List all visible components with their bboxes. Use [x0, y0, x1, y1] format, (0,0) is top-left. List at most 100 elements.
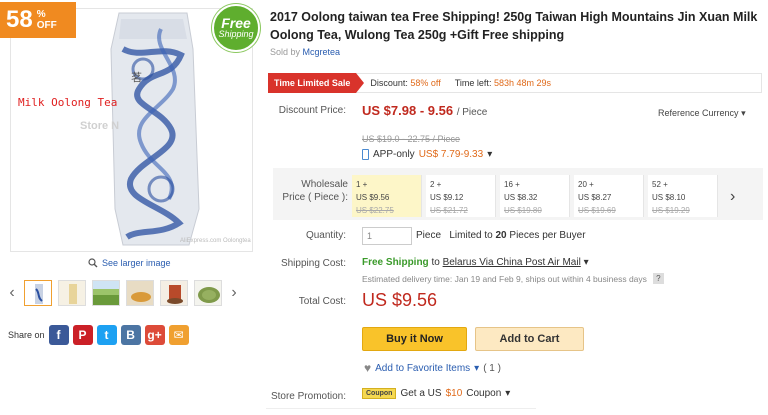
- tier-qty: 52 +: [652, 180, 668, 189]
- chevron-down-icon: ▾: [487, 149, 493, 160]
- thumbnail-2[interactable]: [58, 280, 86, 306]
- magnifier-icon: [88, 258, 98, 268]
- googleplus-icon[interactable]: g+: [144, 325, 165, 345]
- buy-it-now-button[interactable]: Buy it Now: [362, 327, 467, 351]
- tier-qty: 1 +: [356, 180, 368, 189]
- discount-badge: 58 % OFF: [0, 2, 76, 38]
- coupon-text-post: Coupon: [466, 388, 502, 399]
- facebook-icon[interactable]: f: [48, 325, 69, 345]
- free-shipping-badge: Free Shipping: [212, 4, 260, 52]
- add-to-cart-button[interactable]: Add to Cart: [475, 327, 584, 351]
- tier-qty: 2 +: [430, 180, 442, 189]
- tier-old-price: US $19.29: [652, 206, 690, 215]
- seller-link[interactable]: Mcgretea: [303, 47, 341, 57]
- thumbnail-6[interactable]: [194, 280, 222, 306]
- app-only-value: US$ 7.79-9.33: [418, 149, 484, 160]
- store-promotion-coupon[interactable]: Coupon Get a US $10 Coupon ▾: [362, 388, 510, 399]
- tier-price: US $9.12: [430, 193, 464, 202]
- wholesale-tier-2[interactable]: 2 + US $9.12 US $21.72: [426, 175, 496, 217]
- thumbnail-1[interactable]: [24, 280, 52, 306]
- tier-old-price: US $19.80: [504, 206, 542, 215]
- email-icon[interactable]: ✉: [168, 325, 189, 345]
- sold-by-label: Sold by: [270, 47, 301, 57]
- share-label: Share on: [8, 330, 45, 340]
- phone-icon: [362, 149, 369, 160]
- tier-price: US $8.32: [504, 193, 538, 202]
- chevron-down-icon: ▾: [741, 108, 746, 118]
- tier-old-price: US $22.75: [356, 206, 394, 215]
- wholesale-tier-3[interactable]: 16 + US $8.32 US $19.80: [500, 175, 570, 217]
- app-only-label: APP-only: [373, 149, 415, 160]
- delivery-estimate-text: Estimated delivery time: Jan 19 and Feb …: [362, 273, 647, 284]
- heart-icon: ♥: [364, 361, 372, 375]
- thumbnail-6-image: [195, 281, 221, 305]
- chevron-down-icon: ▾: [474, 362, 480, 374]
- thumbnail-prev-button[interactable]: ‹: [6, 284, 18, 302]
- thumbnail-2-image: [59, 281, 85, 305]
- quantity-info: Piece Limited to 20 Pieces per Buyer: [416, 230, 586, 241]
- wholesale-tier-4[interactable]: 20 + US $8.27 US $19.69: [574, 175, 644, 217]
- tier-old-price: US $21.72: [430, 206, 468, 215]
- pinterest-icon[interactable]: P: [72, 325, 93, 345]
- main-product-image[interactable]: 茗: [10, 8, 253, 252]
- wholesale-label-line1: Wholesale: [301, 179, 348, 190]
- coupon-amount: $10: [445, 388, 463, 399]
- thumbnail-next-button[interactable]: ›: [228, 284, 240, 302]
- shipping-destination-link[interactable]: Belarus Via China Post Air Mail: [443, 257, 581, 268]
- store-promotion-label: Store Promotion:: [270, 391, 346, 402]
- quantity-unit: Piece: [416, 230, 442, 241]
- reference-currency-label: Reference Currency: [658, 108, 739, 118]
- tier-price: US $8.10: [652, 193, 686, 202]
- original-price: US $19.0 - 22.75 / Piece: [362, 134, 461, 144]
- app-only-price[interactable]: APP-only US$ 7.79-9.33 ▾: [362, 149, 492, 160]
- quantity-limit-pre: Limited to: [449, 230, 496, 241]
- help-icon[interactable]: ?: [652, 273, 664, 284]
- wholesale-price-label: Wholesale Price ( Piece ):: [276, 178, 348, 204]
- discount-percent-sign: %: [36, 9, 46, 20]
- sale-time-left-label: Time left:: [454, 78, 492, 88]
- quantity-limit-post: Pieces per Buyer: [506, 230, 586, 241]
- total-cost-label: Total Cost:: [298, 296, 346, 307]
- image-watermark-store: Store N: [80, 120, 120, 132]
- thumbnail-strip: ‹ ›: [6, 280, 256, 306]
- shipping-to: to: [431, 257, 440, 268]
- tea-bag-image: 茗: [11, 9, 252, 251]
- chevron-down-icon: ▾: [505, 388, 511, 399]
- reference-currency-dropdown[interactable]: Reference Currency ▾: [658, 108, 746, 119]
- delivery-estimate: Estimated delivery time: Jan 19 and Feb …: [362, 273, 664, 284]
- discount-price: US $7.98 - 9.56 / Piece: [362, 103, 487, 118]
- chevron-down-icon[interactable]: ▾: [584, 257, 589, 268]
- coupon-tag: Coupon: [362, 388, 397, 399]
- wholesale-tier-5[interactable]: 52 + US $8.10 US $19.29: [648, 175, 718, 217]
- thumbnail-3-image: [93, 281, 119, 305]
- coupon-text-pre: Get a US: [400, 388, 442, 399]
- image-label: Milk Oolong Tea: [18, 96, 118, 109]
- see-larger-image-link[interactable]: See larger image: [88, 258, 171, 268]
- shipping-cost-label: Shipping Cost:: [280, 258, 346, 269]
- share-bar: Share on f P t B g+ ✉: [8, 325, 189, 345]
- discount-off-text: OFF: [36, 20, 57, 31]
- sale-discount-label: Discount:: [370, 78, 408, 88]
- free-shipping-badge-line2: Shipping: [218, 29, 254, 40]
- twitter-icon[interactable]: t: [96, 325, 117, 345]
- thumbnail-1-image: [25, 281, 51, 305]
- thumbnail-3[interactable]: [92, 280, 120, 306]
- sale-time-left: Time left: 583h 48m 29s: [455, 78, 551, 88]
- discount-price-label: Discount Price:: [278, 105, 346, 116]
- shipping-line: Free Shipping to Belarus Via China Post …: [362, 257, 589, 268]
- quantity-label: Quantity:: [305, 230, 346, 241]
- add-to-favorites[interactable]: ♥ Add to Favorite Items ▾ ( 1 ): [364, 361, 501, 375]
- vk-icon[interactable]: B: [120, 325, 141, 345]
- wholesale-next-button[interactable]: ›: [730, 188, 735, 206]
- quantity-input[interactable]: [362, 227, 412, 245]
- free-shipping-text: Free Shipping: [362, 257, 429, 268]
- time-limited-sale-bar: Time Limited Sale Discount: 58% off Time…: [268, 72, 762, 93]
- thumbnail-5[interactable]: [160, 280, 188, 306]
- discount-number: 58: [6, 6, 33, 33]
- thumbnail-4[interactable]: [126, 280, 154, 306]
- wholesale-tier-1[interactable]: 1 + US $9.56 US $22.75: [352, 175, 422, 217]
- time-limited-sale-label: Time Limited Sale: [268, 72, 365, 93]
- tier-old-price: US $19.69: [578, 206, 616, 215]
- add-to-favorites-label: Add to Favorite Items: [375, 362, 471, 374]
- svg-text:茗: 茗: [131, 71, 142, 84]
